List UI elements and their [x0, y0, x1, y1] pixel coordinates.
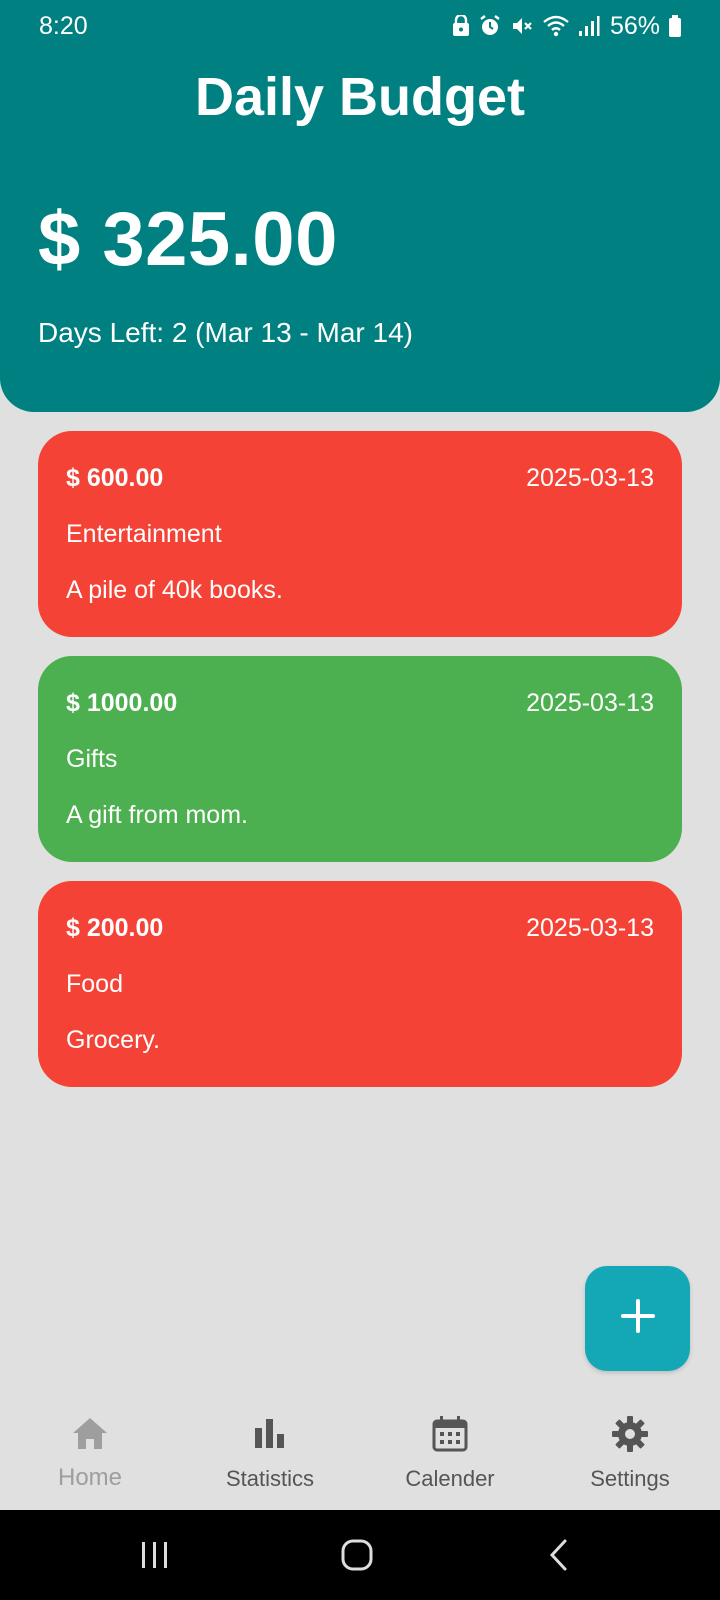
transaction-note: A pile of 40k books.: [66, 576, 283, 604]
gear-icon: [610, 1414, 650, 1454]
system-navigation-bar: [0, 1510, 720, 1600]
home-circle-icon[interactable]: [332, 1532, 382, 1578]
transaction-category: Gifts: [66, 745, 118, 773]
nav-home[interactable]: Home: [0, 1398, 180, 1510]
status-time: 8:20: [39, 12, 88, 40]
nav-label-settings: Settings: [590, 1466, 670, 1491]
nav-settings[interactable]: Settings: [540, 1398, 720, 1510]
wifi-icon: [542, 14, 570, 38]
mute-icon: [510, 14, 534, 38]
home-icon: [70, 1414, 110, 1454]
nav-calendar[interactable]: Calender: [360, 1398, 540, 1510]
transaction-amount: $ 600.00: [66, 464, 164, 492]
transaction-date: 2025-03-13: [526, 914, 654, 942]
transaction-card[interactable]: $ 600.00 2025-03-13 Entertainment A pile…: [38, 431, 682, 637]
calendar-icon: [430, 1414, 470, 1454]
bottom-navigation: Home Statistics Calender Settings: [0, 1398, 720, 1510]
add-transaction-button[interactable]: [585, 1266, 690, 1371]
battery-percentage: 56%: [609, 11, 660, 40]
nav-label-statistics: Statistics: [225, 1466, 315, 1491]
lock-icon: [452, 15, 470, 37]
transaction-note: Grocery.: [66, 1026, 160, 1054]
transaction-amount: $ 1000.00: [66, 689, 178, 717]
signal-icon: [578, 14, 600, 38]
battery-icon: [668, 14, 682, 38]
status-bar: 8:20 56%: [0, 0, 720, 52]
nav-statistics[interactable]: Statistics: [180, 1398, 360, 1510]
transaction-card[interactable]: $ 1000.00 2025-03-13 Gifts A gift from m…: [38, 656, 682, 862]
recent-apps-icon[interactable]: [130, 1532, 180, 1578]
status-icons: 56%: [452, 12, 682, 40]
transaction-date: 2025-03-13: [526, 464, 654, 492]
nav-label-home: Home: [57, 1464, 123, 1491]
transaction-category: Food: [66, 970, 123, 998]
header: 8:20 56% Daily Budget $ 325.00 Days Left…: [0, 0, 720, 412]
nav-label-calendar: Calender: [405, 1466, 495, 1491]
back-icon[interactable]: [534, 1532, 584, 1578]
days-left-label: Days Left: 2 (Mar 13 - Mar 14): [38, 317, 414, 348]
transaction-card[interactable]: $ 200.00 2025-03-13 Food Grocery.: [38, 881, 682, 1087]
plus-icon: [620, 1298, 656, 1339]
transaction-category: Entertainment: [66, 520, 222, 548]
transaction-list: $ 600.00 2025-03-13 Entertainment A pile…: [38, 431, 682, 1106]
daily-budget-amount: $ 325.00: [38, 197, 338, 282]
transaction-date: 2025-03-13: [526, 689, 654, 717]
bar-chart-icon: [250, 1414, 290, 1454]
transaction-amount: $ 200.00: [66, 914, 164, 942]
page-title: Daily Budget: [194, 67, 526, 127]
alarm-icon: [478, 14, 502, 38]
transaction-note: A gift from mom.: [66, 801, 248, 829]
